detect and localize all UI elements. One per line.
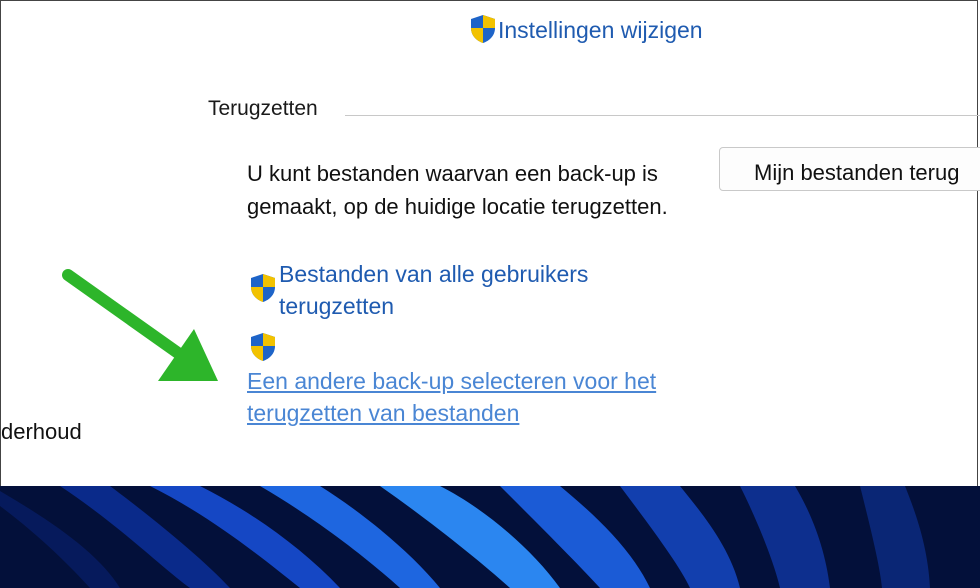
select-other-backup-link-line2[interactable]: terugzetten van bestanden [247, 397, 519, 429]
restore-section-title: Terugzetten [208, 97, 318, 120]
uac-shield-icon [251, 274, 275, 302]
backup-restore-window: Instellingen wijzigen Terugzetten U kunt… [0, 0, 980, 486]
uac-shield-icon [471, 15, 495, 43]
desktop-wallpaper [0, 486, 980, 588]
select-other-backup-link-line1[interactable]: Een andere back-up selecteren voor het [247, 365, 656, 397]
change-settings-link[interactable]: Instellingen wijzigen [498, 14, 703, 46]
section-divider [345, 115, 980, 116]
sidebar-partial-label[interactable]: derhoud [1, 419, 82, 445]
uac-shield-icon [251, 333, 275, 361]
restore-all-users-link-line1[interactable]: Bestanden van alle gebruikers [279, 258, 588, 290]
restore-description: U kunt bestanden waarvan een back-up is … [247, 161, 668, 219]
restore-my-files-button[interactable]: Mijn bestanden terug [719, 147, 980, 191]
wallpaper-bloom [0, 486, 930, 588]
restore-all-users-link-line2[interactable]: terugzetten [279, 290, 394, 322]
green-arrow-icon [62, 269, 218, 381]
